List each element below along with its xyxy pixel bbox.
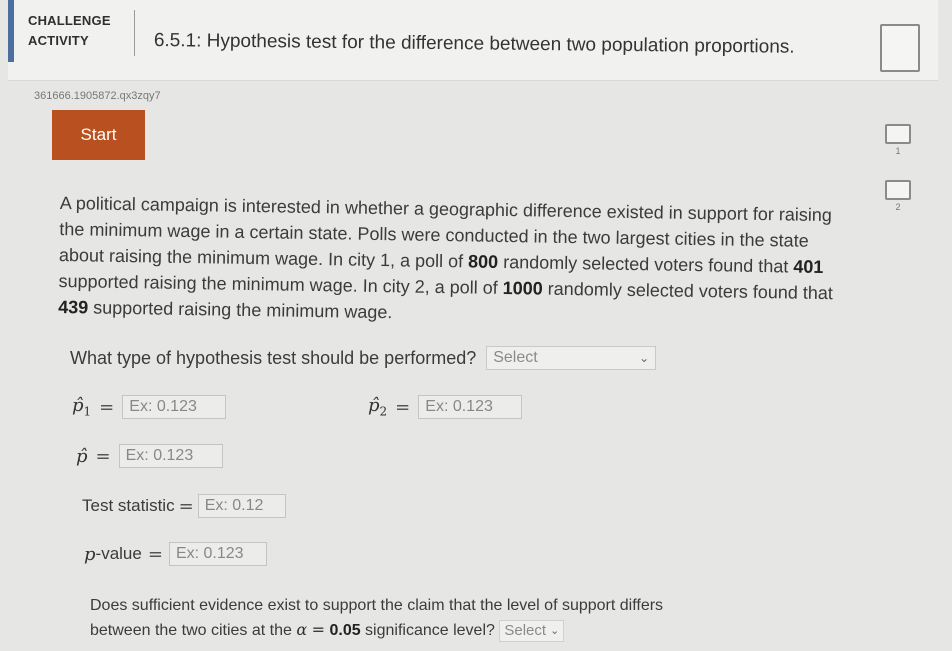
test-type-select-value: Select: [493, 349, 538, 366]
p2-hat-row: p̂2 = Ex: 0.123: [368, 395, 523, 419]
x2-value: 439: [58, 296, 89, 318]
test-statistic-placeholder: Ex: 0.12: [204, 497, 264, 514]
p2-subscript: 2: [379, 404, 388, 419]
header-divider: [134, 10, 135, 56]
x1-value: 401: [793, 256, 824, 277]
conclusion-text: between the two cities at the: [90, 622, 297, 639]
problem-text: randomly selected voters found that: [498, 251, 794, 277]
equals-sign: =: [395, 396, 411, 418]
pooled-p-hat-input[interactable]: Ex: 0.123: [118, 444, 223, 468]
pooled-p-hat-row: p̂ = Ex: 0.123: [76, 444, 223, 468]
problem-text: supported raising the minimum wage. In c…: [58, 270, 503, 298]
n2-value: 1000: [502, 277, 543, 299]
equals-sign: =: [311, 620, 326, 639]
level-2-box-icon: [885, 180, 911, 200]
test-type-select[interactable]: Select ⌄: [486, 346, 657, 370]
pooled-p-hat-placeholder: Ex: 0.123: [125, 447, 194, 464]
chevron-down-icon: ⌄: [550, 624, 560, 637]
problem-statement: A political campaign is interested in wh…: [58, 190, 840, 332]
p2-hat-placeholder: Ex: 0.123: [425, 398, 493, 415]
level-1-indicator[interactable]: 1: [880, 124, 916, 156]
alpha-value: 0.05: [329, 622, 361, 639]
problem-text: randomly selected voters found that: [542, 278, 834, 304]
p-hat-glyph: p̂: [368, 395, 380, 417]
p1-hat-row: p̂1 = Ex: 0.123: [72, 395, 227, 419]
activity-header: CHALLENGE ACTIVITY 6.5.1: Hypothesis tes…: [8, 0, 938, 81]
challenge-label-line2: ACTIVITY: [28, 33, 89, 48]
n1-value: 800: [467, 251, 499, 272]
level-1-number: 1: [895, 146, 901, 156]
test-statistic-input[interactable]: Ex: 0.12: [197, 494, 286, 518]
p1-hat-placeholder: Ex: 0.123: [129, 398, 197, 415]
p-value-row: p -value = Ex: 0.123: [84, 542, 267, 566]
alpha-symbol: α: [296, 620, 308, 639]
conclusion-line-1: Does sufficient evidence exist to suppor…: [90, 597, 664, 614]
conclusion-select-value: Select: [504, 621, 547, 639]
p-value-placeholder: Ex: 0.123: [175, 545, 244, 562]
p2-hat-input[interactable]: Ex: 0.123: [418, 395, 523, 419]
pooled-p-hat-symbol: p̂: [76, 445, 88, 467]
challenge-activity-label: CHALLENGE ACTIVITY: [28, 11, 111, 51]
p-value-input[interactable]: Ex: 0.123: [168, 542, 267, 566]
start-button[interactable]: Start: [52, 110, 145, 160]
conclusion-question: Does sufficient evidence exist to suppor…: [90, 594, 810, 643]
conclusion-select[interactable]: Select ⌄: [499, 619, 565, 642]
equals-sign: =: [95, 445, 111, 467]
p1-subscript: 1: [83, 404, 92, 419]
p-value-label: -value: [95, 544, 142, 563]
test-statistic-label: Test statistic: [82, 496, 175, 515]
activity-title: 6.5.1: Hypothesis test for the differenc…: [153, 30, 795, 58]
test-type-label: What type of hypothesis test should be p…: [70, 347, 477, 368]
equals-sign: =: [178, 495, 194, 517]
chevron-down-icon: ⌄: [639, 351, 650, 365]
completion-status-icon: [880, 24, 920, 72]
level-2-number: 2: [895, 202, 901, 212]
challenge-label-line1: CHALLENGE: [28, 13, 111, 28]
test-statistic-row: Test statistic = Ex: 0.12: [82, 494, 286, 518]
header-accent-bar: [8, 0, 14, 62]
p2-hat-symbol: p̂2: [368, 395, 387, 419]
p1-hat-input[interactable]: Ex: 0.123: [122, 395, 227, 419]
p-value-p-symbol: p: [84, 543, 96, 565]
problem-text: supported raising the minimum wage.: [88, 297, 393, 323]
activity-id: 361666.1905872.qx3zqy7: [34, 90, 161, 102]
p1-hat-symbol: p̂1: [72, 395, 91, 419]
equals-sign: =: [147, 543, 163, 565]
conclusion-line-2: between the two cities at the α = 0.05 s…: [90, 618, 810, 643]
level-1-box-icon: [885, 124, 911, 144]
p-hat-glyph: p̂: [72, 395, 84, 417]
level-2-indicator[interactable]: 2: [880, 180, 916, 212]
conclusion-text: significance level?: [360, 622, 495, 639]
equals-sign: =: [99, 396, 115, 418]
test-type-question: What type of hypothesis test should be p…: [70, 346, 657, 370]
